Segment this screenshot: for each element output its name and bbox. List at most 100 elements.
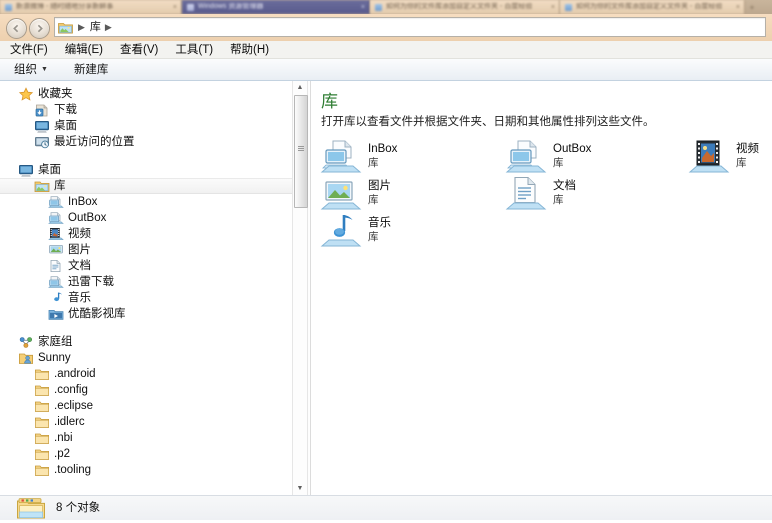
sidebar-item-p2[interactable]: .p2 [0,446,292,462]
library-item-type: 库 [368,157,379,169]
menu-help[interactable]: 帮助(H) [230,43,269,57]
command-toolbar: 组织 ▼ 新建库 [0,59,772,81]
pane-splitter[interactable]: ▲ ▼ [292,81,311,495]
scroll-up-icon[interactable]: ▲ [293,81,307,94]
sidebar-item-label: OutBox [68,212,107,224]
sidebar-item-桌面[interactable]: 桌面 [0,162,292,178]
sidebar-item-优酷影视库[interactable]: 优酷影视库 [0,306,292,322]
star-icon [18,87,34,101]
library-item[interactable]: InBox 库 [320,139,397,175]
status-bar: 8 个对象 [0,495,772,520]
breadcrumb-item-libraries[interactable]: 库 [89,20,102,34]
browser-tab[interactable]: 如何为你的文件库添加自定义文件夹 - 百度经验 × [560,0,745,14]
tab-close-icon[interactable]: × [361,4,365,11]
scrollbar-thumb[interactable] [294,95,308,208]
library-item[interactable]: 图片库 [320,176,391,212]
library-item-name: 图片 [368,180,391,192]
sidebar-item-idlerc[interactable]: .idlerc [0,414,292,430]
browser-tab[interactable]: 如何为你的文件库添加自定义文件夹 - 百度经验 × [370,0,560,14]
navigation-bar: ▼ ▶ 库 ▶ [0,14,772,41]
page-subtitle: 打开库以查看文件并根据文件夹、日期和其他属性排列这些文件。 [321,116,655,128]
sidebar-item-sunny[interactable]: Sunny [0,350,292,366]
menu-view[interactable]: 查看(V) [120,43,158,57]
library-item-type: 库 [736,157,747,169]
tab-close-icon[interactable]: × [551,4,555,11]
menu-edit[interactable]: 编辑(E) [65,43,103,57]
sidebar-item-nbi[interactable]: .nbi [0,430,292,446]
folder-icon [34,383,50,397]
sidebar-item-家庭组[interactable]: 家庭组 [0,334,292,350]
sidebar-item-迅雷下载[interactable]: 迅雷下载 [0,274,292,290]
sidebar-item-最近访问的位置[interactable]: 最近访问的位置 [0,134,292,150]
sidebar-item-视频[interactable]: 视频 [0,226,292,242]
desktop-icon [18,163,34,177]
back-arrow-icon [13,24,19,33]
tab-favicon-icon [375,3,382,11]
organize-button[interactable]: 组织 ▼ [14,63,48,77]
library-folder-icon [34,179,50,193]
sidebar-item-label: 优酷影视库 [68,308,126,320]
sidebar-item-eclipse[interactable]: .eclipse [0,398,292,414]
folder-tree: 收藏夹 下载 桌面 最近访问的位置 桌面库 InBox OutBox 视频 图片 文档 迅雷下载 音乐… [0,81,292,478]
scroll-down-icon[interactable]: ▼ [293,482,307,495]
sidebar-item-tooling[interactable]: .tooling [0,462,292,478]
sidebar-item-outbox[interactable]: OutBox [0,210,292,226]
library-item-type: 库 [368,231,379,243]
library-item-texts: 音乐库 [368,213,391,244]
sidebar-item-收藏夹[interactable]: 收藏夹 [0,86,292,102]
tab-favicon-icon [5,3,12,11]
new-tab-button[interactable]: + [745,0,759,14]
page-title: 库 [321,92,338,111]
browser-tab-active[interactable]: Windows 资源管理器 × [182,0,370,14]
sidebar-item-label: 桌面 [54,120,77,132]
library-item-texts: 图片库 [368,176,391,207]
sidebar-item-文档[interactable]: 文档 [0,258,292,274]
sidebar-item-inbox[interactable]: InBox [0,194,292,210]
browser-tab[interactable]: 新浪微博 - 随时随地分享新鲜事 × [0,0,182,14]
sidebar-item-label: .idlerc [54,416,85,428]
menu-tools[interactable]: 工具(T) [175,43,213,57]
library-item-type: 库 [368,194,379,206]
sidebar-item-android[interactable]: .android [0,366,292,382]
address-bar[interactable]: ▶ 库 ▶ [54,17,766,37]
tab-title: 新浪微博 - 随时随地分享新鲜事 [16,3,114,10]
tab-close-icon[interactable]: × [736,4,740,11]
content-pane: 库 打开库以查看文件并根据文件夹、日期和其他属性排列这些文件。 InBox 库 Ou… [311,81,772,495]
navigation-pane-scrollbar[interactable]: ▲ ▼ [292,81,308,495]
new-library-button[interactable]: 新建库 [74,63,109,77]
library-item[interactable]: 音乐库 [320,213,391,249]
library-item[interactable]: 文档库 [505,176,576,212]
tab-close-icon[interactable]: × [173,4,177,11]
library-item[interactable]: OutBox 库 [505,139,591,175]
sidebar-item-音乐[interactable]: 音乐 [0,290,292,306]
sidebar-item-config[interactable]: .config [0,382,292,398]
library-screen-icon [505,139,547,175]
menu-file[interactable]: 文件(F) [10,43,48,57]
sidebar-item-图片[interactable]: 图片 [0,242,292,258]
sidebar-item-桌面[interactable]: 桌面 [0,118,292,134]
back-button[interactable] [6,18,27,39]
library-item-texts: InBox 库 [368,139,397,170]
navigation-pane: 收藏夹 下载 桌面 最近访问的位置 桌面库 InBox OutBox 视频 图片 文档 迅雷下载 音乐… [0,81,292,495]
library-item-type: 库 [553,194,564,206]
tab-title: Windows 资源管理器 [198,3,264,10]
sidebar-item-库[interactable]: 库 [0,178,292,194]
desktop-icon [34,119,50,133]
breadcrumb-separator-2[interactable]: ▶ [102,20,116,34]
tab-title: 如何为你的文件库添加自定义文件夹 - 百度经验 [386,3,533,10]
library-screen-icon [48,195,64,209]
video-library-icon [48,227,64,241]
sidebar-item-label: .p2 [54,448,70,460]
pictures-library-icon [320,176,362,212]
sidebar-item-下载[interactable]: 下载 [0,102,292,118]
forward-button[interactable] [29,18,50,39]
video-folder-icon [48,307,64,321]
sidebar-item-label: 桌面 [38,164,61,176]
libraries-folder-icon [58,21,73,34]
library-item[interactable]: 视频库 [688,139,759,175]
homegroup-icon [18,335,34,349]
folder-icon [34,399,50,413]
menu-bar: 文件(F) 编辑(E) 查看(V) 工具(T) 帮助(H) [0,41,772,59]
sidebar-item-label: 视频 [68,228,91,240]
folder-icon [34,431,50,445]
